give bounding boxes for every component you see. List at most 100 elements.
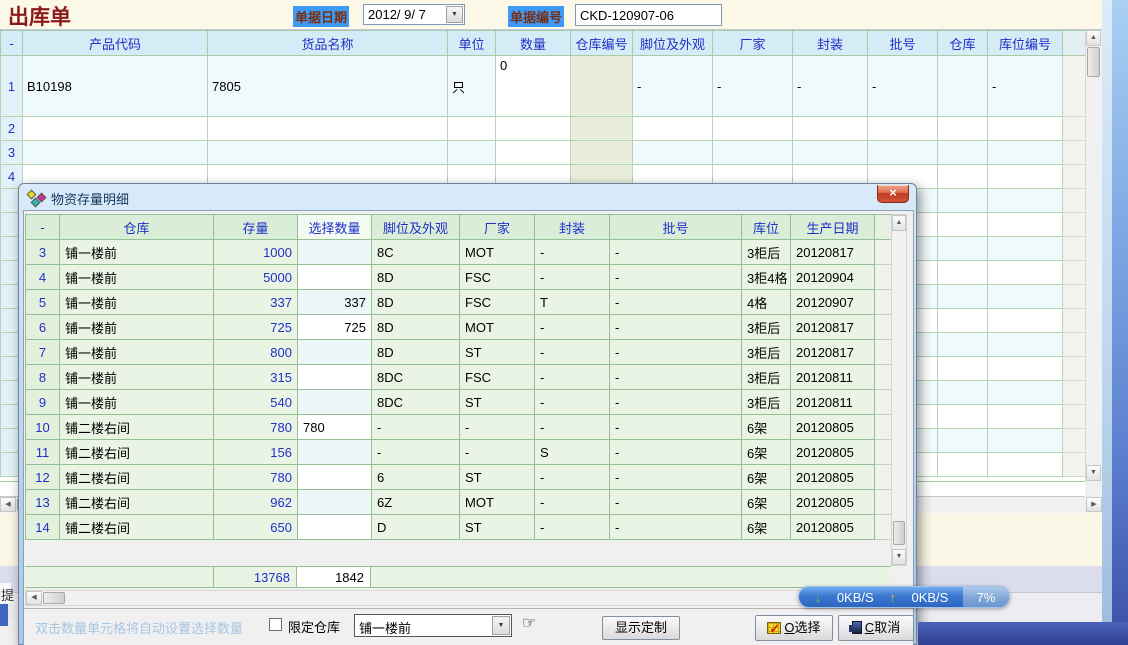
- cell-selected[interactable]: [298, 515, 372, 540]
- cell-stub[interactable]: [875, 315, 892, 340]
- cell-selected[interactable]: [298, 390, 372, 415]
- cell-locno[interactable]: [988, 333, 1063, 357]
- cell-stub[interactable]: [1063, 117, 1086, 141]
- cell-pin[interactable]: D: [372, 515, 460, 540]
- cell-loc[interactable]: 6架: [742, 440, 791, 465]
- cell-wh[interactable]: [938, 285, 988, 309]
- cell-pkg[interactable]: -: [793, 56, 868, 117]
- scroll-left-icon[interactable]: [26, 591, 42, 605]
- cell-stub[interactable]: [875, 290, 892, 315]
- cell-vendor[interactable]: ST: [460, 390, 535, 415]
- cell-stub[interactable]: [1063, 405, 1086, 429]
- cell-stub[interactable]: [875, 440, 892, 465]
- cell-loc[interactable]: 3柜后: [742, 315, 791, 340]
- cell-vendor[interactable]: FSC: [460, 365, 535, 390]
- cell-vendor[interactable]: FSC: [460, 265, 535, 290]
- cell-seq[interactable]: 5: [26, 290, 60, 315]
- cell-name[interactable]: 7805: [208, 56, 448, 117]
- cell-locno[interactable]: [988, 237, 1063, 261]
- cell-warehouse[interactable]: 铺一楼前: [60, 390, 214, 415]
- cell-vendor[interactable]: MOT: [460, 315, 535, 340]
- cell-pin[interactable]: 8C: [372, 240, 460, 265]
- doc-date-select[interactable]: 2012/ 9/ 7 ▼: [363, 4, 465, 25]
- cell-selected[interactable]: [298, 490, 372, 515]
- cell-wh[interactable]: [938, 189, 988, 213]
- cell-unit[interactable]: 只: [448, 56, 496, 117]
- cell-pin[interactable]: -: [372, 440, 460, 465]
- cell-locno[interactable]: [988, 405, 1063, 429]
- cell-seq[interactable]: 3: [1, 141, 23, 165]
- cell-wh[interactable]: [938, 333, 988, 357]
- cell-wh[interactable]: [938, 117, 988, 141]
- cell-batch[interactable]: -: [610, 515, 742, 540]
- cell-seq[interactable]: 4: [26, 265, 60, 290]
- scroll-up-icon[interactable]: [892, 215, 906, 231]
- cell-batch[interactable]: -: [610, 290, 742, 315]
- cell-stub[interactable]: [1063, 333, 1086, 357]
- cell-selected[interactable]: [298, 340, 372, 365]
- cell-name[interactable]: [208, 117, 448, 141]
- cell-selected[interactable]: [298, 265, 372, 290]
- cell-loc[interactable]: 6架: [742, 415, 791, 440]
- cell-selected[interactable]: 725: [298, 315, 372, 340]
- scroll-right-icon[interactable]: [1086, 497, 1102, 512]
- cell-batch[interactable]: -: [610, 365, 742, 390]
- cell-vendor[interactable]: [713, 141, 793, 165]
- cell-wh[interactable]: [938, 237, 988, 261]
- cell-warehouse[interactable]: 铺一楼前: [60, 340, 214, 365]
- cell-stock[interactable]: 725: [214, 315, 298, 340]
- cell-whno[interactable]: [571, 141, 633, 165]
- cell-pin[interactable]: 8DC: [372, 390, 460, 415]
- cell-batch[interactable]: -: [610, 240, 742, 265]
- cell-vendor[interactable]: ST: [460, 465, 535, 490]
- cell-pin[interactable]: [633, 141, 713, 165]
- cell-locno[interactable]: [988, 309, 1063, 333]
- cell-locno[interactable]: [988, 165, 1063, 189]
- cell-stub[interactable]: [875, 340, 892, 365]
- cell-vendor[interactable]: ST: [460, 340, 535, 365]
- cell-selected[interactable]: [298, 365, 372, 390]
- cell-loc[interactable]: 6架: [742, 465, 791, 490]
- cancel-button[interactable]: C取消: [838, 615, 914, 641]
- cell-loc[interactable]: 3柜后: [742, 390, 791, 415]
- cell-name[interactable]: [208, 141, 448, 165]
- dialog-hscroll-thumb[interactable]: [43, 592, 65, 604]
- cell-stub[interactable]: [875, 490, 892, 515]
- cell-pin[interactable]: 8DC: [372, 365, 460, 390]
- cell-seq[interactable]: 12: [26, 465, 60, 490]
- cell-selected[interactable]: [298, 465, 372, 490]
- cell-locno[interactable]: [988, 261, 1063, 285]
- cell-selected[interactable]: 780: [298, 415, 372, 440]
- cell-date[interactable]: 20120805: [791, 440, 875, 465]
- cell-wh[interactable]: [938, 309, 988, 333]
- cell-vendor[interactable]: MOT: [460, 240, 535, 265]
- cell-stock[interactable]: 337: [214, 290, 298, 315]
- cell-stock[interactable]: 780: [214, 465, 298, 490]
- cell-seq[interactable]: 3: [26, 240, 60, 265]
- cell-qty[interactable]: [496, 117, 571, 141]
- cell-loc[interactable]: 3柜后: [742, 340, 791, 365]
- cell-stub[interactable]: [875, 515, 892, 540]
- cell-wh[interactable]: [938, 381, 988, 405]
- cell-seq[interactable]: 10: [26, 415, 60, 440]
- scroll-down-icon[interactable]: [1086, 465, 1101, 481]
- cell-selected[interactable]: [298, 240, 372, 265]
- scroll-down-icon[interactable]: [892, 549, 906, 565]
- cell-wh[interactable]: [938, 56, 988, 117]
- cell-warehouse[interactable]: 铺一楼前: [60, 290, 214, 315]
- cell-stub[interactable]: [875, 390, 892, 415]
- cell-date[interactable]: 20120817: [791, 240, 875, 265]
- cell-stub[interactable]: [1063, 309, 1086, 333]
- cell-warehouse[interactable]: 铺二楼右间: [60, 490, 214, 515]
- cell-seq[interactable]: 9: [26, 390, 60, 415]
- cell-vendor[interactable]: ST: [460, 515, 535, 540]
- cell-batch[interactable]: -: [610, 265, 742, 290]
- cell-batch[interactable]: -: [610, 315, 742, 340]
- cell-stub[interactable]: [875, 365, 892, 390]
- cell-seq[interactable]: 1: [1, 56, 23, 117]
- cell-vendor[interactable]: MOT: [460, 490, 535, 515]
- cell-date[interactable]: 20120811: [791, 365, 875, 390]
- scroll-left-icon[interactable]: [0, 497, 16, 512]
- cell-stock[interactable]: 5000: [214, 265, 298, 290]
- cell-pkg[interactable]: -: [535, 390, 610, 415]
